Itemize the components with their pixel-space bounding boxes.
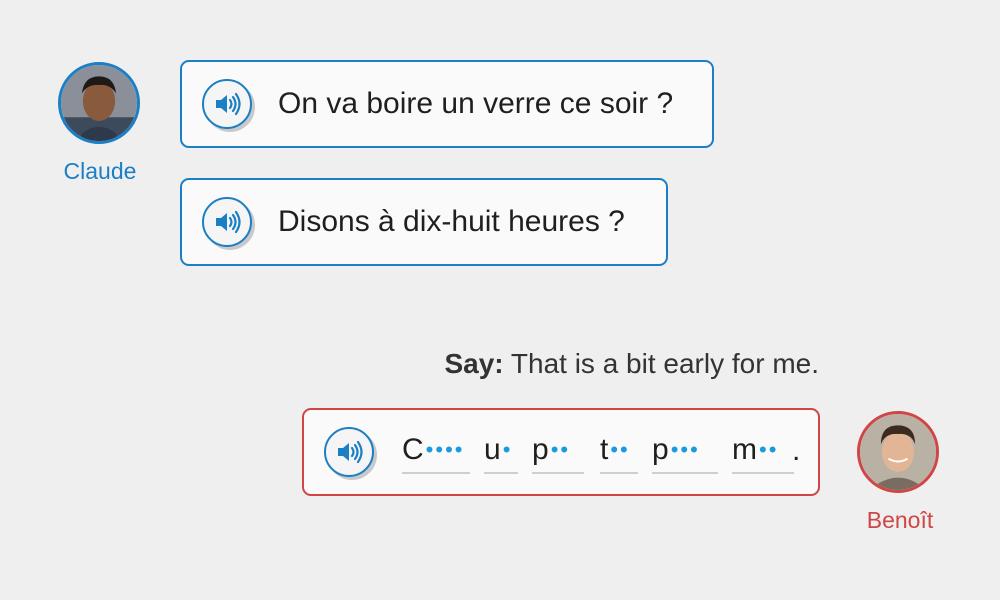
reply-word-input-2[interactable]: u • xyxy=(484,428,518,474)
claude-name: Claude xyxy=(63,158,137,184)
reply-end-punctuation: . xyxy=(792,434,801,467)
reply-bubble: C •••• u • p •• t •• p ••• m •• . xyxy=(302,408,820,496)
benoit-avatar xyxy=(857,411,939,493)
say-prompt: Say: That is a bit early for me. xyxy=(444,348,819,380)
benoit-name: Benoît xyxy=(866,507,934,533)
say-prompt-text: That is a bit early for me. xyxy=(510,348,819,379)
message-text: On va boire un verre ce soir ? xyxy=(278,87,674,120)
reply-word-input-1[interactable]: C •••• xyxy=(402,428,470,474)
play-audio-button[interactable] xyxy=(202,79,252,129)
reply-word-input-4[interactable]: t •• xyxy=(600,428,638,474)
benoit-avatar-image xyxy=(860,414,936,490)
say-prompt-label: Say: xyxy=(444,348,504,379)
play-audio-button[interactable] xyxy=(324,427,374,477)
reply-word-input-5[interactable]: p ••• xyxy=(652,428,718,474)
reply-word-input-3[interactable]: p •• xyxy=(532,428,584,474)
speaker-icon xyxy=(216,92,241,116)
claude-avatar xyxy=(58,62,140,144)
message-text: Disons à dix-huit heures ? xyxy=(278,205,625,238)
message-bubble-1: On va boire un verre ce soir ? xyxy=(180,60,714,148)
speaker-icon xyxy=(216,210,241,234)
claude-avatar-image xyxy=(61,65,137,141)
reply-word-input-6[interactable]: m •• xyxy=(732,428,794,474)
message-bubble-2: Disons à dix-huit heures ? xyxy=(180,178,668,266)
play-audio-button[interactable] xyxy=(202,197,252,247)
speaker-icon xyxy=(338,440,363,464)
